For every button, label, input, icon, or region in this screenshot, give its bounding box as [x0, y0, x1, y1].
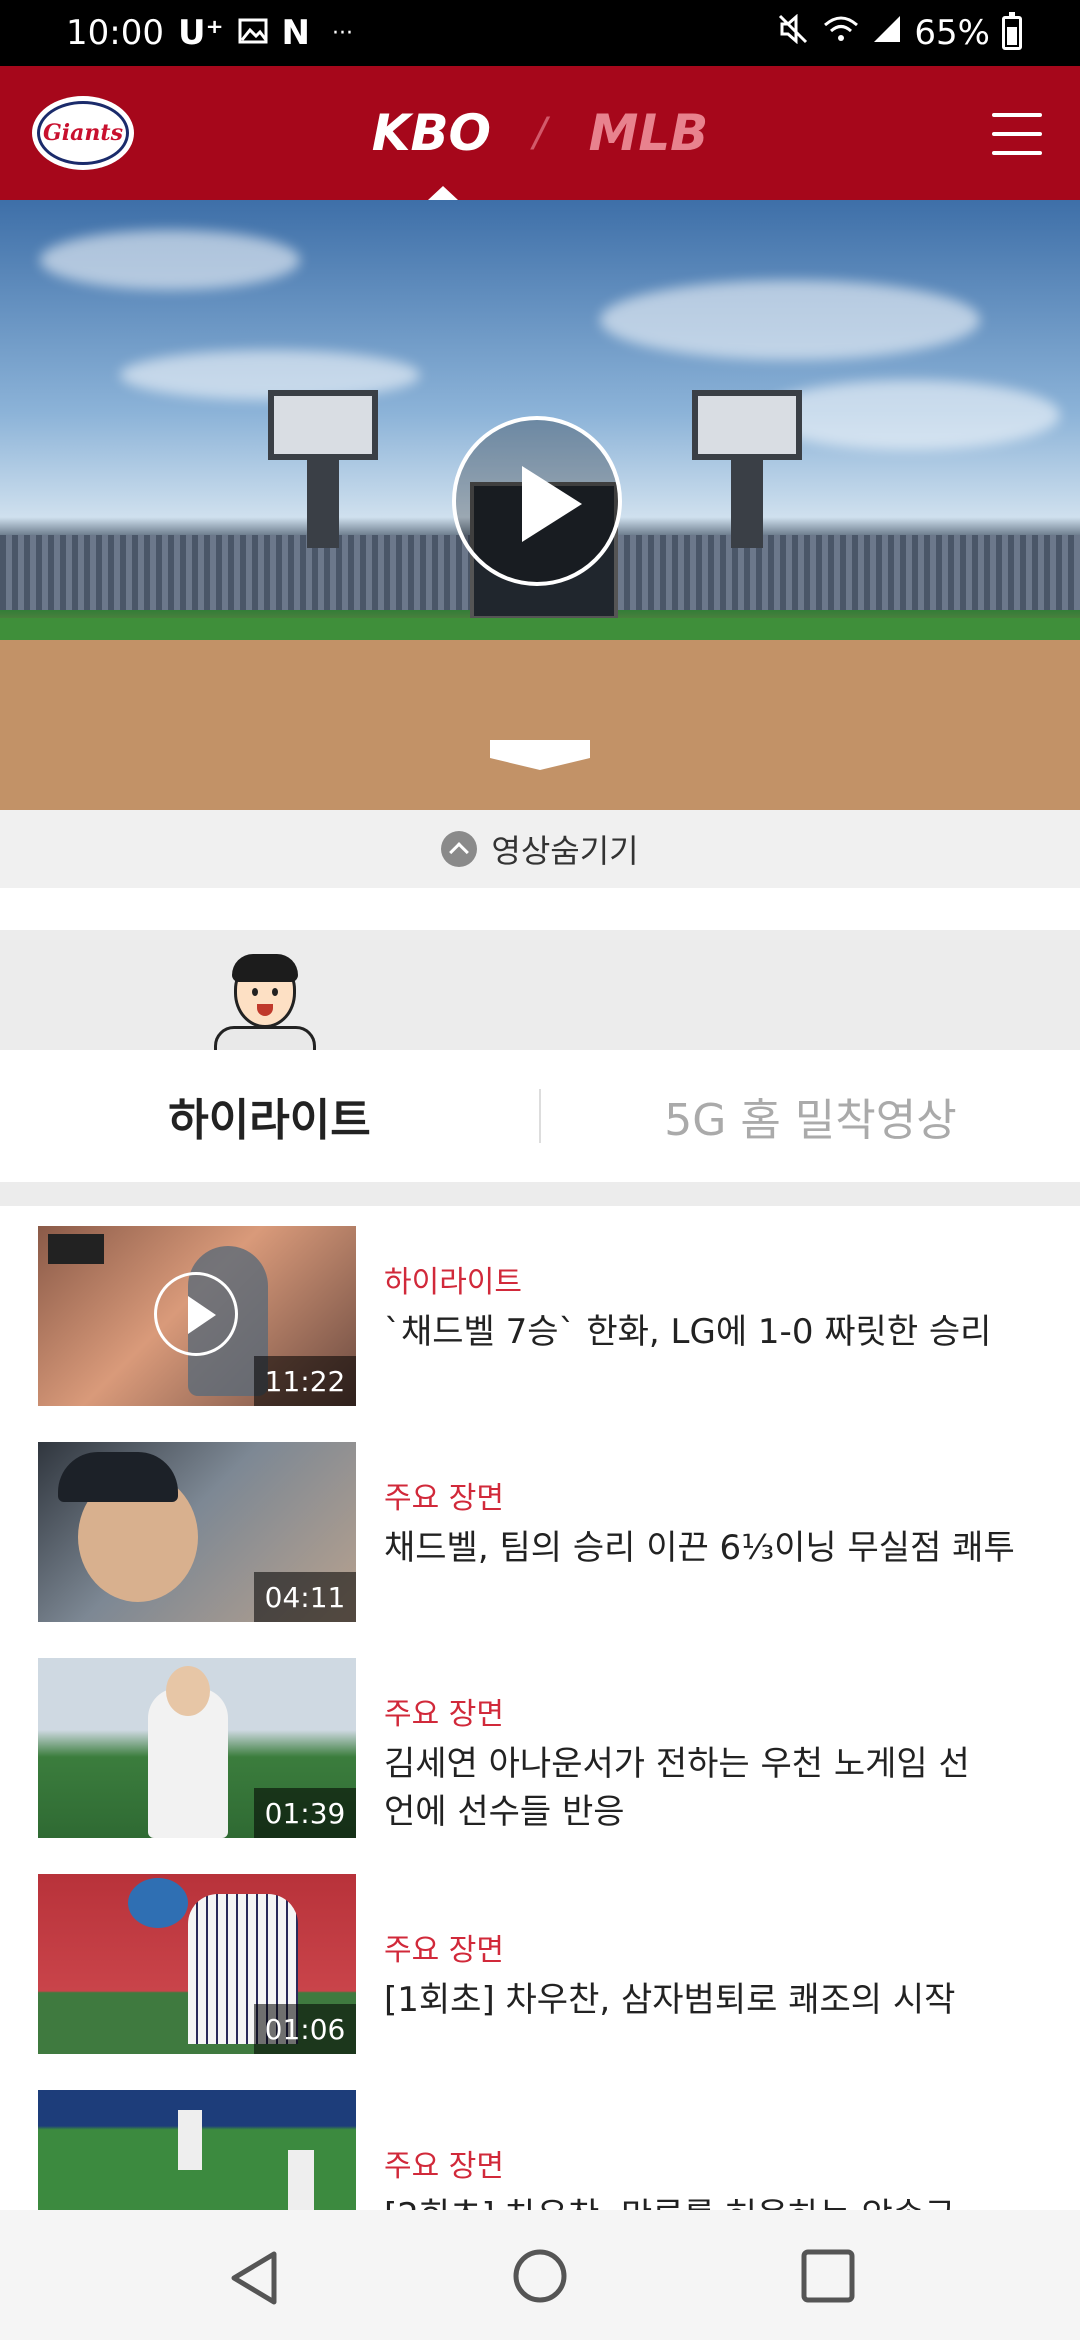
tab-mlb[interactable]: MLB: [589, 104, 709, 162]
list-item[interactable]: 01:39 주요 장면 김세연 아나운서가 전하는 우천 노게임 선언에 선수들…: [38, 1658, 1048, 1838]
video-category: 주요 장면: [384, 1697, 504, 1732]
light-tower-left: [268, 390, 378, 460]
tab-separator: /: [533, 110, 547, 156]
netflix-icon: N: [281, 13, 311, 53]
video-title: [1회초] 차우찬, 삼자범퇴로 쾌조의 시작: [384, 1980, 956, 2020]
section-divider: [0, 1182, 1080, 1206]
list-item[interactable]: 04:11 주요 장면 채드벨, 팀의 승리 이끈 6⅓이닝 무실점 쾌투: [38, 1442, 1048, 1622]
video-duration: 01:06: [254, 2004, 356, 2054]
video-thumbnail[interactable]: 04:11: [38, 1442, 356, 1622]
player-cap: [58, 1452, 178, 1502]
video-title: [2회초] 차우찬, 만루를 허용하는 악송구: [384, 2192, 1080, 2210]
chevron-up-icon: [441, 831, 478, 867]
list-item[interactable]: 11:22 하이라이트 `채드벨 7승` 한화, LG에 1-0 짜릿한 승리: [38, 1226, 1048, 1406]
infield-dirt: [0, 640, 1080, 810]
play-icon[interactable]: [154, 1272, 238, 1356]
score-overlay: [48, 1234, 104, 1264]
battery-percent: 65%: [914, 13, 990, 53]
video-list: 11:22 하이라이트 `채드벨 7승` 한화, LG에 1-0 짜릿한 승리 …: [0, 1206, 1080, 2210]
fielder-figure-2: [288, 2150, 314, 2210]
light-pole-left: [307, 458, 339, 548]
battery-icon: [1002, 12, 1022, 50]
mascot-character-icon: [210, 954, 320, 1050]
video-title: `채드벨 7승` 한화, LG에 1-0 짜릿한 승리: [384, 1312, 992, 1352]
video-title: 채드벨, 팀의 승리 이끈 6⅓이닝 무실점 쾌투: [384, 1528, 1015, 1568]
glove: [128, 1878, 188, 1928]
video-thumbnail[interactable]: [38, 2090, 356, 2210]
list-item[interactable]: 주요 장면 [2회초] 차우찬, 만루를 허용하는 악송구: [38, 2090, 1048, 2210]
video-meta[interactable]: 주요 장면 김세연 아나운서가 전하는 우천 노게임 선언에 선수들 반응: [384, 1694, 1080, 1836]
mascot-banner: [0, 930, 1080, 1050]
recent-apps-icon[interactable]: [800, 2248, 856, 2304]
tab-5g-home[interactable]: 5G 홈 밀착영상: [541, 1084, 1080, 1148]
hide-video-toggle[interactable]: 영상숨기기: [0, 810, 1080, 888]
league-tabs: KBO / MLB: [0, 66, 1080, 200]
video-meta[interactable]: 하이라이트 `채드벨 7승` 한화, LG에 1-0 짜릿한 승리: [384, 1262, 1080, 1356]
video-duration: 04:11: [254, 1572, 356, 1622]
wifi-icon: [822, 13, 860, 53]
hamburger-menu-icon[interactable]: [992, 113, 1042, 155]
video-category: 주요 장면: [384, 1481, 504, 1516]
video-player[interactable]: [0, 200, 1080, 810]
light-tower-right: [692, 390, 802, 460]
video-meta[interactable]: 주요 장면 [1회초] 차우찬, 삼자범퇴로 쾌조의 시작: [384, 1930, 1080, 2024]
fielder-figure: [178, 2110, 202, 2170]
hide-video-label: 영상숨기기: [491, 832, 639, 870]
carrier-label: U⁺: [177, 13, 224, 53]
video-thumbnail[interactable]: 01:06: [38, 1874, 356, 2054]
video-thumbnail[interactable]: 01:39: [38, 1658, 356, 1838]
clock: 10:00: [66, 13, 164, 53]
content-tabs: 하이라이트 5G 홈 밀착영상: [0, 1050, 1080, 1182]
system-nav-bar: [0, 2210, 1080, 2340]
app-header: Giants KBO / MLB: [0, 66, 1080, 200]
image-icon: [238, 13, 268, 53]
tab-kbo[interactable]: KBO: [372, 104, 491, 162]
video-meta[interactable]: 주요 장면 [2회초] 차우찬, 만루를 허용하는 악송구: [384, 2146, 1080, 2210]
video-category: 주요 장면: [384, 2149, 504, 2184]
mute-icon: [778, 13, 810, 53]
light-pole-right: [731, 458, 763, 548]
list-item[interactable]: 01:06 주요 장면 [1회초] 차우찬, 삼자범퇴로 쾌조의 시작: [38, 1874, 1048, 2054]
video-title: 김세연 아나운서가 전하는 우천 노게임 선언에 선수들 반응: [384, 1744, 970, 1832]
video-category: 주요 장면: [384, 1933, 504, 1968]
reporter-face: [166, 1666, 210, 1716]
video-duration: 11:22: [254, 1356, 356, 1406]
video-thumbnail[interactable]: 11:22: [38, 1226, 356, 1406]
home-icon[interactable]: [512, 2248, 568, 2304]
tab-highlights[interactable]: 하이라이트: [0, 1084, 539, 1148]
video-meta[interactable]: 주요 장면 채드벨, 팀의 승리 이끈 6⅓이닝 무실점 쾌투: [384, 1478, 1080, 1572]
status-bar: 10:00 U⁺ N ··· 65%: [0, 0, 1080, 66]
active-tab-indicator: [428, 186, 458, 200]
play-icon[interactable]: [452, 416, 622, 586]
video-category: 하이라이트: [384, 1265, 522, 1300]
more-notifications-icon: ···: [332, 20, 353, 46]
video-duration: 01:39: [254, 1788, 356, 1838]
signal-icon: [872, 13, 902, 53]
